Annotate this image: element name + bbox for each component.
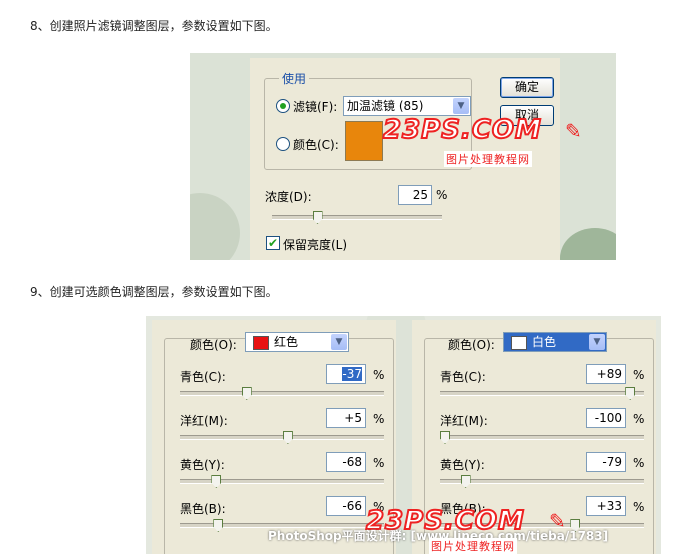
row-value: +89 [596, 367, 622, 381]
row-value-input[interactable]: -68 [326, 452, 366, 472]
preserve-luminosity-label: 保留亮度(L) [283, 238, 348, 252]
colors-select-white[interactable]: 白色 ▼ [503, 332, 607, 352]
watermark-subtitle: 图片处理教程网 [429, 538, 517, 554]
row-unit: % [373, 456, 385, 470]
density-unit: % [436, 188, 448, 202]
colors-select-value: 白色 [532, 335, 557, 349]
row-value: -37 [342, 367, 362, 381]
color-label: 颜色(C): [293, 138, 339, 152]
row-slider-track[interactable] [180, 391, 384, 396]
row-label: 青色(C): [180, 370, 226, 384]
filter-select[interactable]: 加温滤镜 (85) ▼ [343, 96, 471, 116]
row-label: 黄色(Y): [440, 458, 485, 472]
row-unit: % [633, 412, 645, 426]
photo-filter-dialog-screenshot: 使用 滤镜(F): 加温滤镜 (85) ▼ 颜色(C): 确定 取消 浓度(D)… [190, 53, 616, 260]
row-value: -79 [602, 455, 622, 469]
row-unit: % [633, 368, 645, 382]
row-value-input[interactable]: -37 [326, 364, 366, 384]
step-9-caption: 9、创建可选颜色调整图层，参数设置如下图。 [30, 285, 278, 299]
row-value-input[interactable]: +89 [586, 364, 626, 384]
row-label: 黄色(Y): [180, 458, 225, 472]
row-label: 洋红(M): [180, 414, 228, 428]
filter-label: 滤镜(F): [293, 100, 338, 114]
chevron-down-icon[interactable]: ▼ [331, 334, 347, 350]
row-value-input[interactable]: -66 [326, 496, 366, 516]
watermark-subtitle: 图片处理教程网 [444, 151, 532, 167]
white-swatch [511, 336, 527, 350]
density-slider-thumb[interactable] [312, 211, 323, 224]
row-slider-track[interactable] [180, 435, 384, 440]
density-input[interactable]: 25 [398, 185, 432, 205]
density-value: 25 [412, 188, 428, 202]
row-unit: % [373, 412, 385, 426]
pencil-icon: ✎ [565, 119, 583, 143]
row-value: -66 [342, 499, 362, 513]
chevron-down-icon[interactable]: ▼ [589, 334, 605, 350]
step-8-caption: 8、创建照片滤镜调整图层，参数设置如下图。 [30, 19, 278, 33]
preserve-luminosity-checkbox[interactable]: ✔ [266, 236, 280, 250]
watermark-logo: 23PS.COM [382, 114, 542, 146]
row-value: -68 [342, 455, 362, 469]
filter-select-value: 加温滤镜 (85) [347, 99, 424, 113]
leaf-decoration [560, 228, 616, 260]
filter-radio[interactable] [276, 99, 290, 113]
row-unit: % [633, 500, 645, 514]
chevron-down-icon[interactable]: ▼ [453, 98, 469, 114]
colors-select-value: 红色 [274, 335, 299, 349]
ok-button[interactable]: 确定 [500, 77, 554, 98]
row-value: +5 [344, 411, 362, 425]
row-label: 黑色(B): [180, 502, 226, 516]
row-label: 青色(C): [440, 370, 486, 384]
color-radio[interactable] [276, 137, 290, 151]
density-label: 浓度(D): [265, 190, 312, 204]
row-value: +33 [596, 499, 622, 513]
use-legend: 使用 [279, 70, 310, 87]
row-slider-track[interactable] [440, 435, 644, 440]
row-value-input[interactable]: +33 [586, 496, 626, 516]
row-value-input[interactable]: +5 [326, 408, 366, 428]
row-value: -100 [594, 411, 622, 425]
filter-color-swatch[interactable] [345, 121, 383, 161]
colors-label: 颜色(O): [448, 338, 495, 352]
selective-color-screenshot: 颜色(O): 红色 ▼ 青色(C): -37% 洋红(M): +5% 黄色(Y): -68… [146, 316, 661, 554]
red-swatch [253, 336, 269, 350]
row-unit: % [633, 456, 645, 470]
selective-color-panel-red: 颜色(O): 红色 ▼ 青色(C): -37% 洋红(M): +5% 黄色(Y): -68… [152, 320, 396, 554]
row-label: 洋红(M): [440, 414, 488, 428]
density-slider-track[interactable] [272, 215, 442, 220]
row-slider-track[interactable] [440, 479, 644, 484]
colors-label: 颜色(O): [190, 338, 237, 352]
row-value-input[interactable]: -79 [586, 452, 626, 472]
row-slider-track[interactable] [440, 391, 644, 396]
row-unit: % [373, 368, 385, 382]
colors-select-red[interactable]: 红色 ▼ [245, 332, 349, 352]
row-value-input[interactable]: -100 [586, 408, 626, 428]
row-slider-track[interactable] [180, 479, 384, 484]
